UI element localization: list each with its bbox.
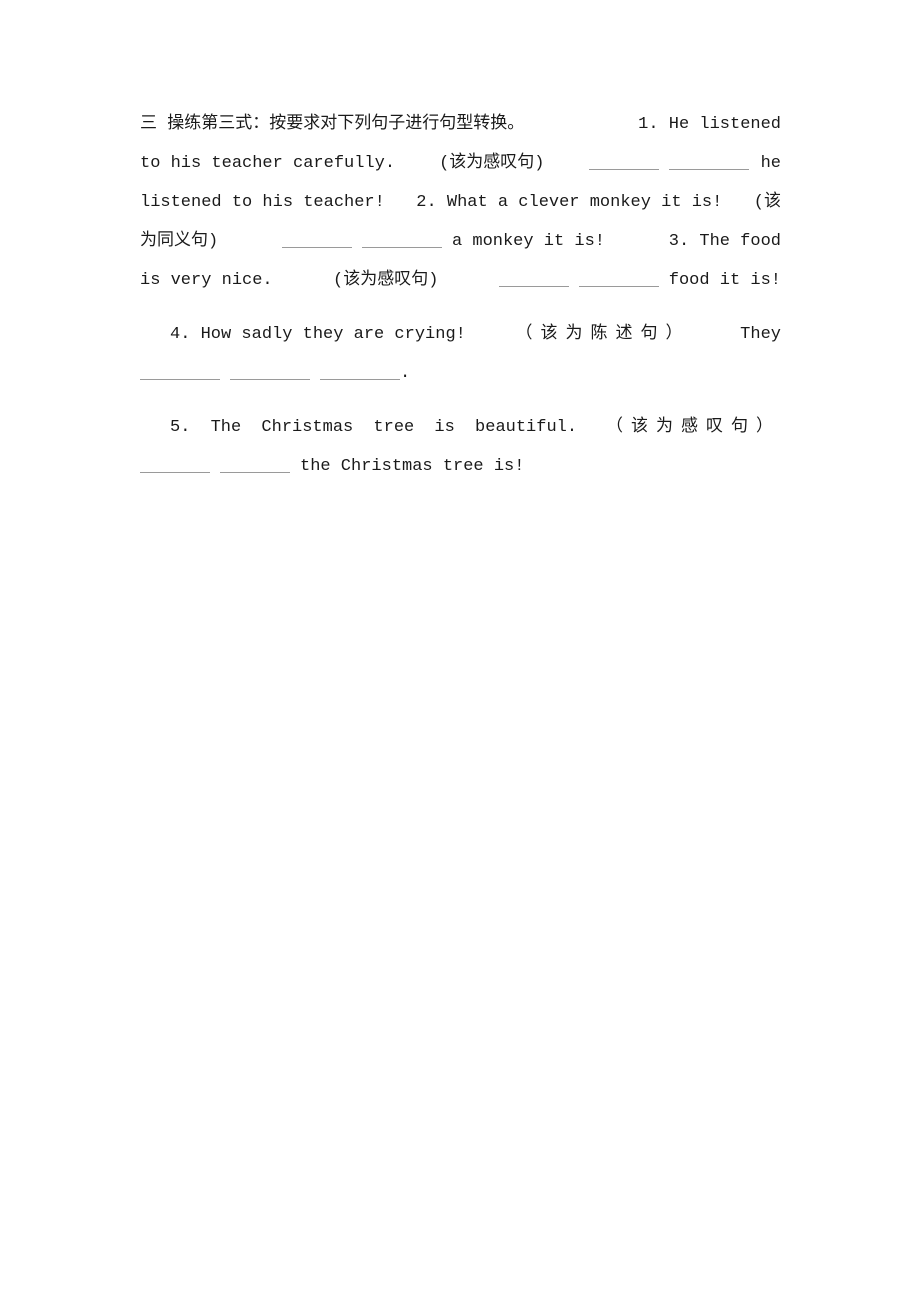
text-line-5: is very nice. (该为感叹句) food it is! bbox=[140, 268, 781, 307]
answer-blank[interactable] bbox=[588, 151, 659, 170]
item-5-sentence: 5. The Christmas tree is beautiful. bbox=[170, 418, 578, 437]
item-5-answer: the Christmas tree is! bbox=[300, 457, 525, 476]
item-5-instruction: （该为感叹句） bbox=[606, 418, 781, 437]
item-1-answer-end: listened to his teacher! bbox=[140, 193, 385, 212]
item-3-sentence-end: is very nice. bbox=[140, 271, 273, 290]
answer-blank[interactable] bbox=[140, 361, 220, 380]
answer-blank[interactable] bbox=[220, 454, 290, 473]
item-1-instruction: (该为感叹句) bbox=[439, 154, 545, 173]
item-4-answer-start: They bbox=[740, 325, 781, 344]
answer-blank[interactable] bbox=[498, 268, 569, 287]
item-4-instruction: （该为陈述句） bbox=[515, 325, 691, 344]
item-4-period: . bbox=[400, 364, 411, 383]
section-heading: 三 操练第三式：按要求对下列句子进行句型转换。 bbox=[140, 115, 525, 134]
text-line-3: listened to his teacher! 2. What a cleve… bbox=[140, 190, 781, 229]
answer-blank[interactable] bbox=[230, 361, 310, 380]
item-2-answer: a monkey it is! bbox=[451, 232, 605, 251]
item-1-sentence-end: to his teacher carefully. bbox=[140, 154, 396, 173]
item-2-instruction-end: 为同义句) bbox=[140, 232, 219, 251]
text-line-2: to his teacher carefully. (该为感叹句) he bbox=[140, 151, 781, 190]
item-1-answer-start: he bbox=[760, 154, 781, 173]
answer-blank[interactable] bbox=[140, 454, 210, 473]
item-1-start: 1. He listened bbox=[638, 115, 781, 134]
answer-blank[interactable] bbox=[320, 361, 400, 380]
text-line-9: the Christmas tree is! bbox=[140, 454, 781, 493]
worksheet-page: 三 操练第三式：按要求对下列句子进行句型转换。 1. He listened t… bbox=[140, 112, 781, 493]
item-4-sentence: 4. How sadly they are crying! bbox=[170, 325, 466, 344]
item-3-instruction: (该为感叹句) bbox=[333, 271, 439, 290]
item-3-answer: food it is! bbox=[668, 271, 781, 290]
text-line-1: 三 操练第三式：按要求对下列句子进行句型转换。 1. He listened bbox=[140, 112, 781, 151]
text-line-7: . bbox=[140, 361, 781, 400]
text-line-8: 5. The Christmas tree is beautiful. （该为感… bbox=[140, 415, 781, 454]
item-2-instruction-start: (该 bbox=[753, 193, 781, 212]
answer-blank[interactable] bbox=[668, 151, 749, 170]
text-line-4: 为同义句) a monkey it is! 3. The food bbox=[140, 229, 781, 268]
item-3-start: 3. The food bbox=[668, 232, 781, 251]
item-2-sentence: 2. What a clever monkey it is! bbox=[416, 193, 723, 212]
answer-blank[interactable] bbox=[281, 229, 352, 248]
answer-blank[interactable] bbox=[578, 268, 659, 287]
text-line-6: 4. How sadly they are crying! （该为陈述句） Th… bbox=[140, 322, 781, 361]
answer-blank[interactable] bbox=[361, 229, 442, 248]
